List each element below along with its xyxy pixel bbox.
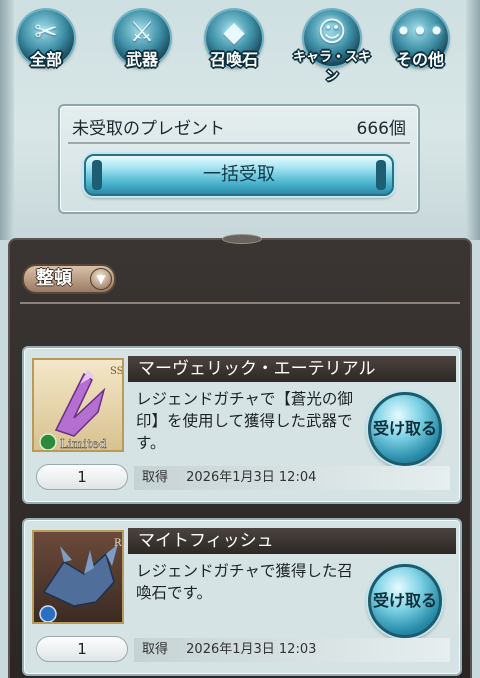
present-item-card: R マイトフィッシュ レジェンドガチャで獲得した召喚石です。 受け取る 1 取得… <box>22 518 462 676</box>
category-summon-label: 召喚石 <box>209 50 258 69</box>
item-name: マイトフィッシュ <box>128 528 456 554</box>
receive-button[interactable]: 受け取る <box>368 392 442 466</box>
button-cap-left <box>92 160 102 190</box>
category-weapon-label: 武器 <box>125 50 158 69</box>
category-other-button[interactable]: ••• その他 <box>384 6 454 76</box>
present-item-card: SSR Limited マーヴェリック・エーテリアル レジェンドガチャで【蒼光の… <box>22 346 462 504</box>
obtained-info: 取得 2026年1月3日 12:03 <box>134 638 450 662</box>
receive-button[interactable]: 受け取る <box>368 564 442 638</box>
button-cap-right <box>376 160 386 190</box>
divider <box>68 142 410 144</box>
receive-all-label: 一括受取 <box>203 164 275 185</box>
present-list-panel: 整頓 ▼ SSR Limited マーヴェリック・エーテリアル レジェンドガチャ… <box>8 234 472 678</box>
unclaimed-summary-box: 未受取のプレゼント 666個 一括受取 <box>58 104 420 214</box>
obtained-label: 取得 <box>142 642 169 657</box>
item-quantity: 1 <box>36 636 128 662</box>
unclaimed-count: 666個 <box>356 119 406 139</box>
obtained-label: 取得 <box>142 470 169 485</box>
receive-all-button[interactable]: 一括受取 <box>84 154 394 196</box>
obtained-date: 2026年1月3日 12:04 <box>186 470 317 485</box>
rarity-badge: R <box>114 538 122 549</box>
sort-button[interactable]: 整頓 ▼ <box>22 264 116 294</box>
limited-tag: Limited <box>60 437 107 451</box>
unclaimed-title: 未受取のプレゼント <box>72 119 225 139</box>
category-all-label: 全部 <box>29 50 62 69</box>
chevron-down-icon: ▼ <box>90 268 112 290</box>
obtained-date: 2026年1月3日 12:03 <box>186 642 317 657</box>
item-thumbnail: R <box>32 530 124 624</box>
item-description: レジェンドガチャで獲得した召喚石です。 <box>136 562 353 602</box>
category-character-button[interactable]: ☺ キャラ・スキン <box>293 6 371 84</box>
obtained-info: 取得 2026年1月3日 12:04 <box>134 466 450 490</box>
sort-label: 整頓 <box>36 268 72 289</box>
panel-ornament <box>222 234 262 244</box>
item-name: マーヴェリック・エーテリアル <box>128 356 456 382</box>
divider <box>20 302 460 304</box>
category-character-label: キャラ・スキン <box>292 50 371 84</box>
item-thumbnail: SSR Limited <box>32 358 124 452</box>
category-other-label: その他 <box>395 50 444 69</box>
item-description: レジェンドガチャで【蒼光の御印】を使用して獲得した武器です。 <box>136 390 353 452</box>
item-quantity: 1 <box>36 464 128 490</box>
category-summon-button[interactable]: ◆ 召喚石 <box>198 6 268 76</box>
category-weapon-button[interactable]: ⚔ 武器 <box>106 6 176 76</box>
category-nav: ✂ 全部 ⚔ 武器 ◆ 召喚石 ☺ キャラ・スキン ••• その他 <box>0 0 480 84</box>
rarity-badge: SSR <box>110 366 124 377</box>
category-all-button[interactable]: ✂ 全部 <box>10 6 80 76</box>
